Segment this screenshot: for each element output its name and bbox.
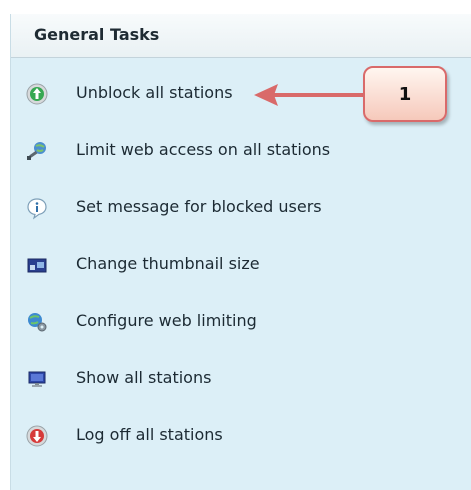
- task-label: Configure web limiting: [76, 311, 257, 330]
- thumbnail-size-icon: [27, 258, 47, 273]
- panel-title: General Tasks: [34, 25, 160, 44]
- configure-globe-gear-icon: [28, 313, 47, 332]
- step-callout: 1: [363, 66, 447, 122]
- task-label: Show all stations: [76, 368, 212, 387]
- task-limit-web-access[interactable]: Limit web access on all stations: [25, 135, 405, 167]
- task-change-thumbnail-size[interactable]: Change thumbnail size: [25, 249, 405, 281]
- task-label: Change thumbnail size: [76, 254, 260, 273]
- info-message-icon: [27, 198, 47, 220]
- task-label: Limit web access on all stations: [76, 140, 331, 159]
- unblock-green-circle-icon: [26, 83, 48, 105]
- task-show-all-stations[interactable]: Show all stations: [25, 363, 405, 395]
- monitor-icon: [28, 371, 46, 387]
- task-label: Log off all stations: [76, 425, 223, 444]
- callout-number: 1: [398, 84, 412, 105]
- task-set-message[interactable]: Set message for blocked users: [25, 192, 405, 224]
- task-label: Unblock all stations: [76, 83, 233, 102]
- limit-web-access-icon: [27, 142, 46, 160]
- panel-header: General Tasks: [11, 14, 471, 58]
- task-label: Set message for blocked users: [76, 197, 322, 216]
- logoff-red-circle-icon: [26, 425, 48, 447]
- annotation-arrow: [254, 84, 364, 106]
- task-log-off-all-stations[interactable]: Log off all stations: [25, 420, 405, 452]
- task-configure-web-limiting[interactable]: Configure web limiting: [25, 306, 405, 338]
